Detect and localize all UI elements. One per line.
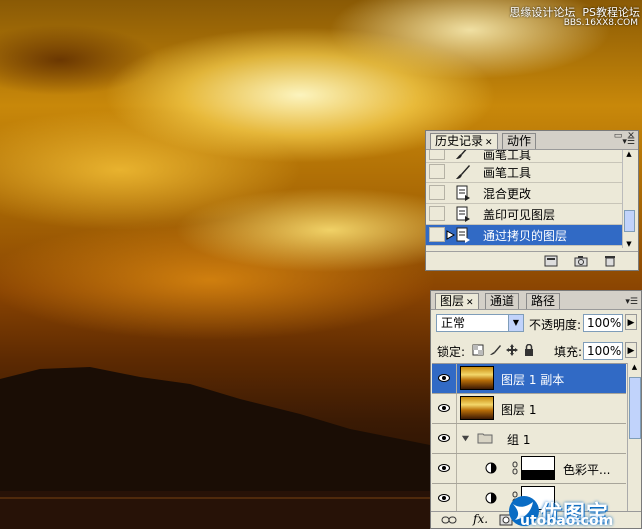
adjustment-layer-icon (485, 462, 497, 474)
folder-icon (477, 433, 493, 444)
tab-paths[interactable]: 路径 (526, 293, 561, 309)
layer-name[interactable]: 色彩平... (563, 461, 610, 478)
fill-label: 填充: (554, 345, 583, 359)
snapshot-source-checkbox[interactable] (429, 185, 445, 200)
eye-icon[interactable] (438, 433, 450, 443)
scrollbar-thumb[interactable] (624, 210, 635, 232)
history-item-label: 通过拷贝的图层 (483, 229, 568, 243)
eye-icon[interactable] (438, 403, 450, 413)
history-item[interactable]: 盖印可见图层 (426, 204, 623, 225)
history-tabbar: 历史记录 ✕ 动作 ▭ ✕ ▾☰ (426, 131, 638, 150)
history-item[interactable]: 画笔工具 (426, 162, 623, 183)
new-document-from-state-icon[interactable] (544, 255, 558, 267)
layer-row-selected[interactable]: 图层 1 副本 (432, 364, 626, 394)
history-panel: 历史记录 ✕ 动作 ▭ ✕ ▾☰ 画笔工具 画笔工具 混合更改 盖印可见图层 通过… (425, 130, 639, 271)
lock-move-icon[interactable] (506, 344, 518, 356)
blend-mode-select[interactable]: 正常 ▼ (436, 314, 524, 332)
new-snapshot-icon[interactable] (574, 255, 588, 267)
panel-menu-icon[interactable]: ▾☰ (622, 137, 635, 147)
visibility-cell[interactable] (432, 394, 457, 423)
history-item-selected[interactable]: 通过拷贝的图层 (426, 225, 623, 246)
tab-history[interactable]: 历史记录 ✕ (430, 133, 498, 149)
layers-tabbar: 图层 ✕ 通道 路径 ▾☰ (431, 291, 641, 310)
history-state-icon (456, 227, 470, 243)
layer-thumbnail (460, 396, 494, 420)
layer-mask-thumbnail[interactable] (521, 456, 555, 480)
fx-icon[interactable]: fx. (473, 512, 488, 526)
opacity-label: 不透明度: (529, 318, 582, 332)
visibility-cell[interactable] (432, 454, 457, 483)
snapshot-source-checkbox[interactable] (429, 206, 445, 221)
visibility-cell[interactable] (432, 364, 457, 393)
history-state-icon (456, 185, 470, 201)
lock-all-icon[interactable] (523, 344, 535, 356)
visibility-cell[interactable] (432, 484, 457, 511)
layer-name[interactable]: 组 1 (507, 431, 530, 448)
layers-scrollbar[interactable]: ▲ (627, 363, 641, 513)
history-item-label: 混合更改 (483, 187, 532, 201)
layer-name[interactable]: 图层 1 副本 (501, 371, 564, 388)
eye-icon[interactable] (438, 373, 450, 383)
watermark-url: BBS.16XX8.COM (563, 18, 638, 28)
snapshot-source-checkbox[interactable] (429, 150, 445, 160)
history-item-label: 盖印可见图层 (483, 208, 556, 222)
chevron-down-icon[interactable]: ▼ (508, 315, 523, 331)
expand-triangle-icon[interactable] (461, 434, 470, 443)
scroll-up-arrow-icon[interactable]: ▲ (628, 363, 641, 371)
panel-menu-icon[interactable]: ▾☰ (625, 297, 638, 307)
history-item-label: 画笔工具 (483, 166, 532, 180)
history-state-icon (456, 206, 470, 222)
close-icon[interactable]: ✕ (466, 298, 474, 308)
eye-icon[interactable] (438, 493, 450, 503)
layer-name[interactable]: 图层 1 (501, 401, 536, 418)
tab-layers[interactable]: 图层 ✕ (435, 293, 479, 309)
snapshot-source-checkbox[interactable] (429, 227, 445, 242)
scroll-down-arrow-icon[interactable]: ▼ (623, 240, 635, 248)
lock-transparency-icon[interactable] (472, 344, 484, 356)
opacity-slider-arrow-icon[interactable]: ▶ (625, 314, 637, 330)
close-icon[interactable]: ✕ (485, 138, 493, 148)
link-layers-icon[interactable] (441, 515, 457, 525)
layer-thumbnail (460, 366, 494, 390)
history-scrollbar[interactable]: ▲ ▼ (622, 150, 635, 248)
layer-group-row[interactable]: 组 1 (432, 424, 626, 454)
fill-slider-arrow-icon[interactable]: ▶ (625, 342, 637, 358)
history-footer (426, 251, 638, 270)
scroll-up-arrow-icon[interactable]: ▲ (623, 150, 635, 158)
chain-link-icon[interactable] (512, 461, 518, 475)
snapshot-source-checkbox[interactable] (429, 164, 445, 179)
opacity-field[interactable]: 100% (583, 314, 623, 332)
lock-brush-icon[interactable] (489, 344, 501, 356)
eye-icon[interactable] (438, 463, 450, 473)
tab-actions[interactable]: 动作 (502, 133, 537, 149)
adjustment-layer-row[interactable]: 色彩平... (432, 454, 626, 484)
tab-channels[interactable]: 通道 (485, 293, 520, 309)
brush-icon (456, 165, 470, 179)
lock-label: 锁定: (437, 345, 466, 359)
visibility-cell[interactable] (432, 424, 457, 453)
logo-text-en: utobao.com (520, 513, 614, 529)
fill-field[interactable]: 100% (583, 342, 623, 360)
history-item[interactable]: 混合更改 (426, 183, 623, 204)
layer-row[interactable]: 图层 1 (432, 394, 626, 424)
scrollbar-thumb[interactable] (629, 377, 641, 439)
brush-icon (456, 150, 467, 159)
layer-list: 图层 1 副本 图层 1 组 1 色彩平... (432, 363, 641, 511)
trash-icon[interactable] (604, 255, 616, 267)
